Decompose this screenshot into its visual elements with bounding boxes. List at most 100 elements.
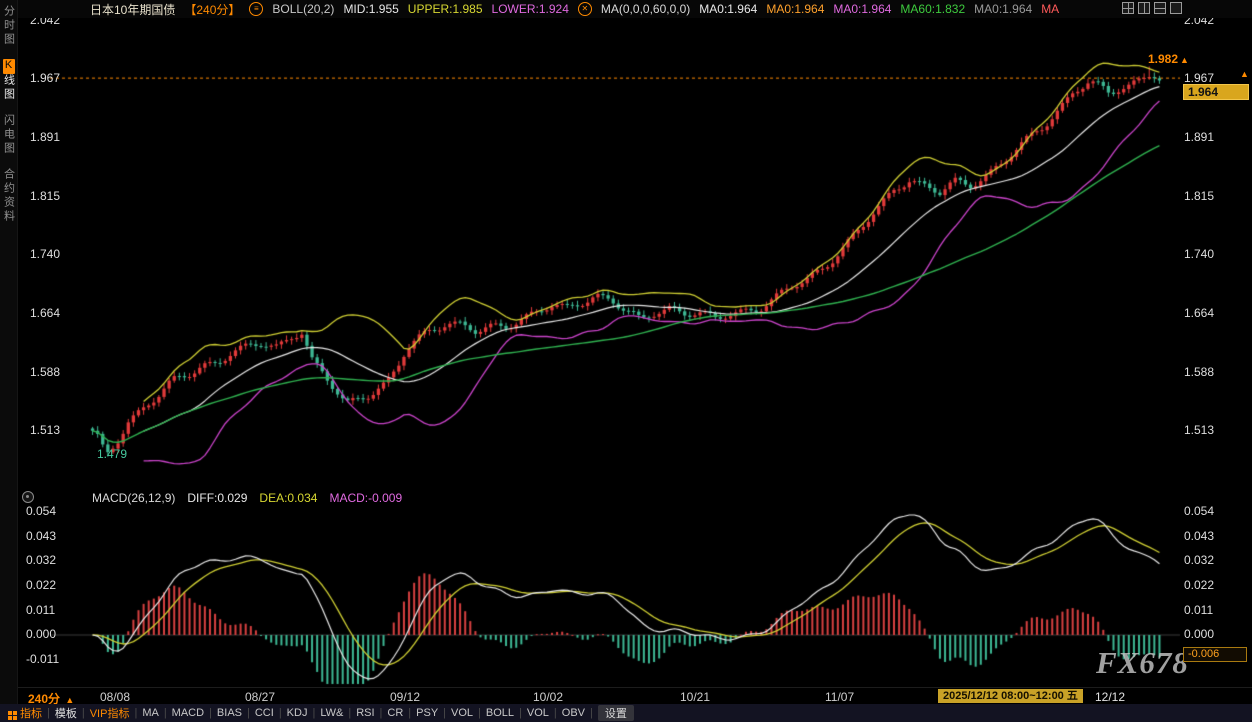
session-highlight: 2025/12/12 08:00~12:00 五 (938, 689, 1083, 703)
macd-value: MACD:-0.009 (329, 491, 402, 505)
chart-canvas[interactable] (0, 0, 1252, 722)
ma1-value: MA0:1.964 (699, 2, 757, 16)
ma4-value: MA60:1.832 (900, 2, 965, 16)
tool-indicator[interactable]: 指标 (8, 705, 42, 721)
toolbar-separator: | (478, 707, 481, 719)
x-axis-date: 10/21 (680, 690, 710, 704)
tool-obv[interactable]: OBV (562, 707, 585, 719)
layout-vsplit-icon[interactable] (1138, 2, 1150, 14)
tool-bias[interactable]: BIAS (217, 707, 242, 719)
toolbar-separator: | (312, 707, 315, 719)
trading-app-window: 日本10年期国债【240分】≡BOLL(20,2)MID:1.955UPPER:… (0, 0, 1252, 722)
macd-tick-right: 0.000 (1184, 627, 1214, 641)
tool-boll[interactable]: BOLL (486, 707, 514, 719)
symbol-title: 日本10年期国债 (90, 1, 175, 18)
window-layout-icons (1122, 2, 1182, 14)
tool-rsi[interactable]: RSI (356, 707, 374, 719)
chart-type-sidebar: 分时图 K线图闪电图合约资料 (0, 0, 18, 722)
macd-indicator-header: MACD(26,12,9)DIFF:0.029DEA:0.034MACD:-0.… (92, 491, 402, 505)
time-axis: 240分 ▲ 2025/12/12 08:00~12:00 五 12/12 08… (18, 687, 1252, 705)
price-tick-right: 1.664 (1184, 306, 1214, 320)
toolbar-separator: | (380, 707, 383, 719)
ma3-value: MA0:1.964 (833, 2, 891, 16)
toolbar-separator: | (247, 707, 250, 719)
x-axis-date: 08/08 (100, 690, 130, 704)
session-date-label: 12/12 (1095, 690, 1125, 704)
period-menu-icon[interactable]: ≡ (249, 2, 263, 16)
toolbar-separator: | (209, 707, 212, 719)
tool-settings[interactable]: 设置 (598, 705, 634, 721)
layout-single-icon[interactable] (1170, 2, 1182, 14)
toolbar-separator: | (82, 707, 85, 719)
panel-resize-handle[interactable] (22, 491, 34, 503)
tab-kline-chart[interactable]: K线图 (1, 59, 17, 102)
high-price-value: 1.982 (1148, 52, 1178, 66)
toolbar-separator: | (554, 707, 557, 719)
price-tick-left: 1.513 (30, 423, 60, 437)
tool-macd[interactable]: MACD (172, 707, 204, 719)
price-tick-left: 1.815 (30, 189, 60, 203)
tool-vol[interactable]: VOL (527, 707, 549, 719)
macd-diff: DIFF:0.029 (187, 491, 247, 505)
x-axis-date: 10/02 (533, 690, 563, 704)
price-tick-left: 1.588 (30, 365, 60, 379)
price-arrow-icon: ▲ (1240, 69, 1249, 79)
price-tick-right: 1.513 (1184, 423, 1214, 437)
active-tab-marker: K (3, 59, 15, 74)
period-label: 【240分】 (184, 1, 240, 18)
tool-psy[interactable]: PSY (416, 707, 438, 719)
toolbar-separator: | (590, 707, 593, 719)
tool-kdj[interactable]: KDJ (287, 707, 308, 719)
tool-cr[interactable]: CR (387, 707, 403, 719)
macd-tick-left: 0.000 (26, 627, 56, 641)
high-price-label: 1.982▲ (1148, 52, 1189, 66)
macd-dea: DEA:0.034 (259, 491, 317, 505)
ma-params: MA(0,0,0,60,0,0) (601, 2, 690, 16)
tool-ma[interactable]: MA (142, 707, 159, 719)
x-axis-date: 11/07 (825, 690, 854, 704)
tool-template[interactable]: 模板 (55, 705, 77, 721)
macd-tick-left: 0.011 (26, 603, 55, 617)
layout-hsplit-icon[interactable] (1154, 2, 1166, 14)
ma5-value: MA0:1.964 (974, 2, 1032, 16)
boll-upper: UPPER:1.985 (408, 2, 483, 16)
tool-vr[interactable]: VOL (451, 707, 473, 719)
macd-tick-right: 0.054 (1184, 504, 1214, 518)
last-price-box: 1.964 (1183, 84, 1249, 100)
tab-lightning-chart[interactable]: 闪电图 (1, 114, 17, 156)
price-tick-left: 1.891 (30, 130, 60, 144)
macd-tick-left: -0.011 (26, 652, 59, 666)
indicator-close-icon[interactable]: ✕ (578, 2, 592, 16)
macd-last-value-badge: -0.006 (1183, 647, 1247, 662)
boll-lower: LOWER:1.924 (492, 2, 569, 16)
macd-tick-right: 0.011 (1184, 603, 1213, 617)
tool-vip-indicator[interactable]: VIP指标 (90, 705, 130, 721)
price-tick-left: 1.740 (30, 247, 60, 261)
toolbar-separator: | (408, 707, 411, 719)
toolbar-separator: | (519, 707, 522, 719)
macd-tick-left: 0.054 (26, 504, 56, 518)
toolbar-separator: | (134, 707, 137, 719)
tab-time-chart[interactable]: 分时图 (1, 5, 17, 47)
indicator-grid-icon (8, 711, 12, 715)
macd-tick-left: 0.022 (26, 578, 56, 592)
toolbar-separator: | (47, 707, 50, 719)
macd-tick-right: 0.032 (1184, 553, 1214, 567)
price-tick-right: 1.815 (1184, 189, 1214, 203)
fx678-watermark: FX678 (1096, 645, 1189, 681)
tool-cci[interactable]: CCI (255, 707, 274, 719)
x-axis-date: 09/12 (390, 690, 420, 704)
macd-tick-right: 0.022 (1184, 578, 1214, 592)
toolbar-separator: | (279, 707, 282, 719)
ma2-value: MA0:1.964 (766, 2, 824, 16)
macd-tick-left: 0.032 (26, 553, 56, 567)
price-tick-left: 1.967 (30, 71, 60, 85)
ma6-value: MA (1041, 2, 1059, 16)
tool-lwr[interactable]: LW& (320, 707, 343, 719)
layout-quad-icon[interactable] (1122, 2, 1134, 14)
price-tick-right: 1.891 (1184, 130, 1214, 144)
toolbar-separator: | (348, 707, 351, 719)
tab-contract-info[interactable]: 合约资料 (1, 168, 17, 224)
toolbar-separator: | (164, 707, 167, 719)
macd-tick-right: 0.043 (1184, 529, 1214, 543)
